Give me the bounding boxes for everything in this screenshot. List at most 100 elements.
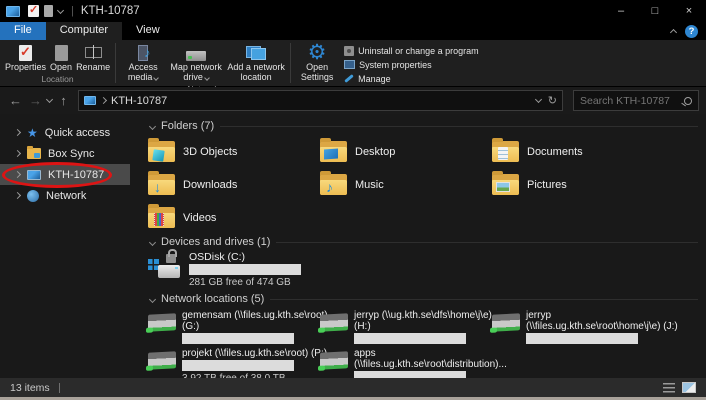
details-view-icon[interactable] bbox=[663, 383, 675, 393]
rename-button[interactable]: Rename bbox=[74, 42, 112, 74]
folder-item-3d-objects[interactable]: 3D Objects bbox=[148, 135, 320, 168]
titlebar-divider: | bbox=[71, 5, 74, 17]
system-properties-icon bbox=[344, 60, 355, 69]
forward-button[interactable]: → bbox=[27, 94, 44, 107]
breadcrumb-chevron-icon[interactable] bbox=[100, 97, 107, 104]
tab-computer[interactable]: Computer bbox=[46, 22, 122, 40]
capacity-bar bbox=[354, 333, 466, 344]
capacity-bar bbox=[182, 333, 294, 344]
download-arrow-icon: ↓ bbox=[154, 180, 161, 195]
large-icons-view-icon[interactable] bbox=[682, 382, 696, 393]
sidebar-item-this-pc[interactable]: KTH-10787 bbox=[0, 164, 130, 185]
this-pc-icon bbox=[84, 96, 96, 105]
network-locations-grid: gemensam (\\files.ug.kth.se\root) (G:) j… bbox=[148, 308, 698, 378]
folders-grid: 3D Objects Desktop Documents ↓ Downloads… bbox=[148, 135, 698, 234]
address-bar[interactable]: KTH-10787 ↻ bbox=[78, 90, 563, 111]
section-rule bbox=[220, 126, 698, 127]
network-globe-icon bbox=[27, 190, 39, 202]
search-input[interactable] bbox=[580, 95, 684, 107]
expand-chevron-icon[interactable] bbox=[14, 171, 21, 178]
drive-item-osdisk[interactable]: OSDisk (C:) 281 GB free of 474 GB bbox=[148, 251, 698, 291]
folder-icon bbox=[492, 141, 519, 162]
section-header-folders: Folders (7) bbox=[148, 120, 698, 132]
expand-chevron-icon[interactable] bbox=[14, 150, 21, 157]
network-drive-icon bbox=[320, 351, 348, 369]
monitor-icon bbox=[324, 149, 338, 160]
chevron-down-icon[interactable] bbox=[57, 6, 64, 13]
close-button[interactable]: × bbox=[672, 0, 706, 22]
ribbon-group-system: ⚙ Open Settings Uninstall or change a pr… bbox=[291, 40, 486, 86]
folder-icon: ♪ bbox=[320, 174, 347, 195]
ribbon-group-network: ♪ Access media Map network drive Add a n… bbox=[116, 40, 290, 86]
system-properties-button[interactable]: System properties bbox=[344, 58, 479, 71]
network-drive-icon bbox=[320, 313, 348, 331]
search-icon[interactable] bbox=[684, 97, 692, 105]
navigation-bar: ← → ↑ KTH-10787 ↻ bbox=[0, 87, 706, 114]
properties-button[interactable]: ✓ Properties bbox=[3, 42, 48, 74]
folder-item-music[interactable]: ♪ Music bbox=[320, 168, 492, 201]
expand-chevron-icon[interactable] bbox=[14, 129, 21, 136]
network-drive-item-p[interactable]: projekt (\\files.ug.kth.se\root) (P:) 3,… bbox=[148, 348, 320, 378]
status-divider bbox=[59, 383, 60, 393]
collapse-section-icon[interactable] bbox=[149, 295, 156, 302]
network-drive-item-apps[interactable]: apps (\\files.ug.kth.se\root\distributio… bbox=[320, 348, 492, 378]
open-button[interactable]: Open bbox=[48, 42, 74, 74]
file-page-icon[interactable] bbox=[44, 5, 53, 17]
tab-view[interactable]: View bbox=[122, 22, 174, 40]
document-icon bbox=[498, 147, 508, 160]
minimize-button[interactable]: – bbox=[604, 0, 638, 22]
access-media-button[interactable]: ♪ Access media bbox=[119, 42, 167, 84]
open-icon bbox=[55, 43, 68, 62]
manage-icon bbox=[344, 74, 354, 83]
uninstall-program-button[interactable]: Uninstall or change a program bbox=[344, 44, 479, 57]
folder-item-documents[interactable]: Documents bbox=[492, 135, 664, 168]
properties-check-icon[interactable]: ✓ bbox=[28, 5, 39, 17]
network-drive-icon bbox=[148, 313, 176, 331]
folder-icon bbox=[148, 207, 175, 228]
items-count: 13 items bbox=[10, 382, 50, 394]
network-drive-item-h[interactable]: jerryp (\\ug.kth.se\dfs\home\j\e) (H:) bbox=[320, 310, 492, 346]
ribbon-group-location: ✓ Properties Open Rename Location bbox=[0, 40, 115, 86]
folder-item-downloads[interactable]: ↓ Downloads bbox=[148, 168, 320, 201]
music-note-icon: ♪ bbox=[326, 180, 333, 195]
open-settings-button[interactable]: ⚙ Open Settings bbox=[294, 42, 340, 84]
folder-item-videos[interactable]: Videos bbox=[148, 201, 320, 234]
folder-icon bbox=[492, 174, 519, 195]
back-button[interactable]: ← bbox=[7, 94, 24, 107]
media-server-icon: ♪ bbox=[138, 43, 148, 62]
manage-button[interactable]: Manage bbox=[344, 72, 479, 85]
folder-icon bbox=[148, 141, 175, 162]
folder-item-pictures[interactable]: Pictures bbox=[492, 168, 664, 201]
collapse-section-icon[interactable] bbox=[149, 122, 156, 129]
map-network-drive-button[interactable]: Map network drive bbox=[167, 42, 225, 84]
capacity-bar bbox=[182, 360, 294, 371]
this-pc-icon bbox=[6, 6, 20, 17]
folder-item-desktop[interactable]: Desktop bbox=[320, 135, 492, 168]
search-box[interactable] bbox=[573, 90, 699, 111]
rename-icon bbox=[85, 43, 102, 62]
file-explorer-window: ✓ | KTH-10787 – □ × File Computer View ?… bbox=[0, 0, 706, 400]
network-drive-icon bbox=[492, 313, 520, 331]
refresh-icon[interactable]: ↻ bbox=[548, 94, 557, 107]
help-icon[interactable]: ? bbox=[685, 25, 698, 38]
sidebar-item-network[interactable]: Network bbox=[0, 185, 145, 206]
breadcrumb[interactable]: KTH-10787 bbox=[111, 95, 167, 107]
address-history-icon[interactable] bbox=[535, 96, 542, 103]
sidebar-item-quick-access[interactable]: ★ Quick access bbox=[0, 122, 145, 143]
collapse-section-icon[interactable] bbox=[149, 238, 156, 245]
network-drive-item-g[interactable]: gemensam (\\files.ug.kth.se\root) (G:) bbox=[148, 310, 320, 346]
sidebar-item-box-sync[interactable]: Box Sync bbox=[0, 143, 145, 164]
section-rule bbox=[276, 242, 698, 243]
maximize-button[interactable]: □ bbox=[638, 0, 672, 22]
add-network-location-button[interactable]: Add a network location bbox=[225, 42, 287, 84]
uninstall-icon bbox=[344, 46, 354, 56]
recent-locations-icon[interactable] bbox=[46, 96, 53, 103]
folder-icon: ↓ bbox=[148, 174, 175, 195]
tab-file[interactable]: File bbox=[0, 22, 46, 40]
expand-chevron-icon[interactable] bbox=[14, 192, 21, 199]
collapse-ribbon-icon[interactable] bbox=[670, 29, 677, 36]
network-drive-icon bbox=[148, 351, 176, 369]
up-button[interactable]: ↑ bbox=[55, 94, 72, 107]
file-list-pane: Folders (7) 3D Objects Desktop Documents bbox=[145, 114, 706, 378]
network-drive-item-j[interactable]: jerryp (\\files.ug.kth.se\root\home\j\e)… bbox=[492, 310, 664, 346]
